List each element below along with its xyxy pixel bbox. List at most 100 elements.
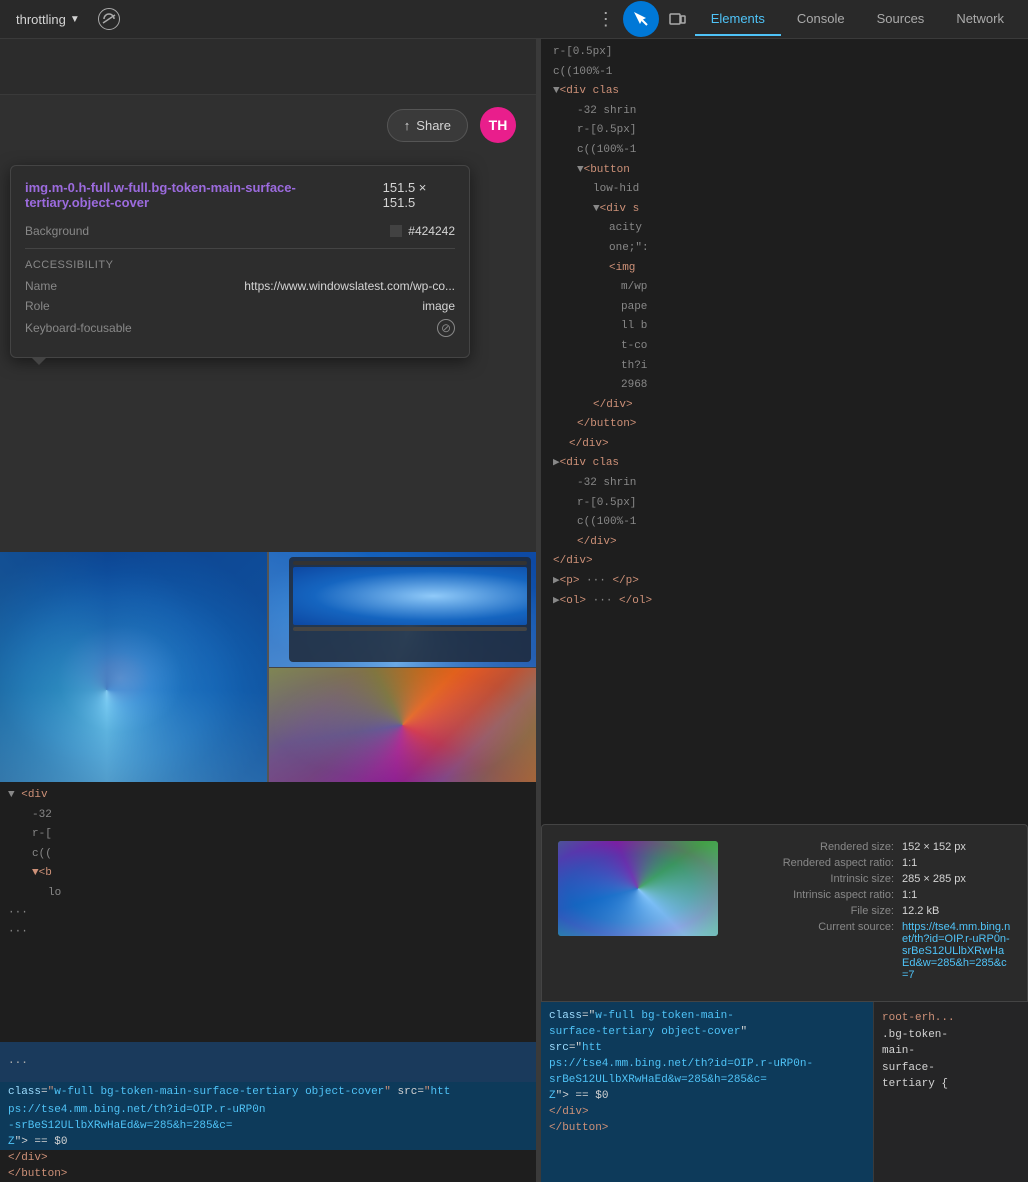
- top-toolbar: throttling ▼ ⋮ Elements Console Sources …: [0, 0, 1028, 39]
- rline-10: acity: [541, 219, 1028, 239]
- intrinsic-size-label: Intrinsic size:: [734, 873, 894, 885]
- code-line-8: ···: [0, 923, 536, 943]
- selected-line-7: </div>: [549, 1106, 865, 1118]
- selected-line-1: class="w-full bg-token-main-: [549, 1010, 865, 1022]
- rline-6: c((100%-1: [541, 141, 1028, 161]
- tab-network[interactable]: Network: [940, 3, 1020, 36]
- webpage-header: ↑ Share TH: [0, 95, 536, 155]
- attr-class-val-2: surface-tertiary object-cover: [549, 1026, 740, 1038]
- rline-20: </button>: [541, 415, 1028, 435]
- acc-keyboard-value: ⊘: [437, 319, 455, 337]
- dark-blue-text: ···: [8, 1056, 28, 1069]
- rline-21: </div>: [541, 435, 1028, 455]
- file-size-value: 12.2 kB: [894, 905, 1011, 917]
- code-line-1: ▼ <div: [0, 786, 536, 806]
- right-mini-panel: root-erh... .bg-token- main- surface- te…: [873, 1002, 1028, 1182]
- selected-line-4: ps://tse4.mm.bing.net/th?id=OIP.r-uRP0n-: [549, 1058, 865, 1070]
- intrinsic-aspect-row: Intrinsic aspect ratio: 1:1: [734, 889, 1011, 901]
- code-line-3: r-[: [0, 825, 536, 845]
- background-value: #424242: [390, 224, 455, 238]
- chevron-down-icon: ▼: [70, 14, 80, 25]
- mini-line-4: surface-: [882, 1060, 1020, 1077]
- thumb-1: [0, 552, 267, 782]
- mini-line-1: root-erh...: [882, 1010, 1020, 1027]
- rline-1: r-[0.5px]: [541, 43, 1028, 63]
- rline-4: -32 shrin: [541, 102, 1028, 122]
- rline-26: </div>: [541, 533, 1028, 553]
- selected-line-6: Z"> == $0: [549, 1090, 865, 1102]
- acc-name-value: https://www.windowslatest.com/wp-co...: [244, 279, 455, 293]
- acc-name-label: Name: [25, 279, 57, 293]
- tab-console[interactable]: Console: [781, 3, 861, 36]
- mini-line-3: main-: [882, 1043, 1020, 1060]
- rline-19: </div>: [541, 396, 1028, 416]
- url-3: Z: [549, 1090, 556, 1102]
- attr-src: src: [549, 1042, 569, 1054]
- code-line-4: c((: [0, 845, 536, 865]
- current-source-value: https://tse4.mm.bing.net/th?id=OIP.r-uRP…: [894, 921, 1011, 981]
- avatar: TH: [480, 107, 516, 143]
- dark-blue-area: ···: [0, 1042, 536, 1082]
- accessibility-title: ACCESSIBILITY: [25, 259, 455, 271]
- devtools-tabs: Elements Console Sources Network: [695, 3, 1020, 36]
- share-button[interactable]: ↑ Share: [387, 109, 468, 142]
- intrinsic-aspect-label: Intrinsic aspect ratio:: [734, 889, 894, 901]
- webpage-area: ↑ Share TH img.m-0.h-full.w-full.bg-toke…: [0, 95, 536, 782]
- rline-11: one;":: [541, 239, 1028, 259]
- code-tag-button: </button>: [8, 1168, 67, 1180]
- code-attr-class-val: "w-full bg-token-main-surface-tertiary o…: [48, 1086, 391, 1098]
- code-url-part: ps://tse4.mm.bing.net/th?id=OIP.r-uRP0n: [8, 1104, 265, 1116]
- more-options-button[interactable]: ⋮: [589, 9, 623, 30]
- thumb-rainbow: [269, 668, 536, 783]
- tab-sources[interactable]: Sources: [861, 3, 941, 36]
- current-source-row: Current source: https://tse4.mm.bing.net…: [734, 921, 1011, 981]
- left-bottom-code: ▼ <div -32 r-[ c(( ▼<b lo ··· ···: [0, 782, 536, 1042]
- current-source-label: Current source:: [734, 921, 894, 981]
- intrinsic-aspect-value: 1:1: [894, 889, 1011, 901]
- acc-role-label: Role: [25, 299, 50, 313]
- highlighted-code-block: class="w-full bg-token-main-surface-tert…: [0, 1082, 536, 1102]
- rendered-size-label: Rendered size:: [734, 841, 894, 853]
- no-throttling-icon[interactable]: [98, 8, 120, 30]
- mini-line-2: .bg-token-: [882, 1027, 1020, 1044]
- rline-16: t-co: [541, 337, 1028, 357]
- tab-elements[interactable]: Elements: [695, 3, 781, 36]
- intrinsic-size-row: Intrinsic size: 285 × 285 px: [734, 873, 1011, 885]
- color-swatch: [390, 225, 402, 237]
- rendered-size-row: Rendered size: 152 × 152 px: [734, 841, 1011, 853]
- devtools-content: r-[0.5px] c((100%-1 ▼<div clas -32 shrin…: [541, 39, 1028, 1002]
- code-line-5: ▼<b: [0, 864, 536, 884]
- selected-code-block: class="w-full bg-token-main- surface-ter…: [541, 1002, 873, 1182]
- rline-28: ▶<p> ··· </p>: [541, 572, 1028, 592]
- code-closing-div: </div>: [0, 1150, 536, 1166]
- rline-14: pape: [541, 298, 1028, 318]
- background-label: Background: [25, 224, 89, 238]
- thumb-right: [267, 552, 536, 782]
- url-2: srBeS12ULlbXRwHaEd&w=285&h=285&c=: [549, 1074, 767, 1086]
- url-1: ps://tse4.mm.bing.net/th?id=OIP.r-uRP0n-: [549, 1058, 813, 1070]
- rendered-aspect-row: Rendered aspect ratio: 1:1: [734, 857, 1011, 869]
- code-src-line-2: -srBeS12ULlbXRwHaEd&w=285&h=285&c=: [0, 1118, 536, 1134]
- acc-name-row: Name https://www.windowslatest.com/wp-co…: [25, 279, 455, 293]
- code-tag-div: </div>: [8, 1152, 48, 1164]
- share-icon: ↑: [404, 118, 411, 133]
- rendered-aspect-value: 1:1: [894, 857, 1011, 869]
- device-toolbar-icon[interactable]: [659, 1, 695, 37]
- acc-keyboard-row: Keyboard-focusable ⊘: [25, 319, 455, 337]
- throttling-button[interactable]: throttling ▼: [8, 8, 88, 31]
- acc-keyboard-label: Keyboard-focusable: [25, 321, 132, 335]
- left-panel: ↑ Share TH img.m-0.h-full.w-full.bg-toke…: [0, 39, 537, 1182]
- selected-line-5: srBeS12ULlbXRwHaEd&w=285&h=285&c=: [549, 1074, 865, 1086]
- attr-class: class: [549, 1010, 582, 1022]
- code-src-line: ps://tse4.mm.bing.net/th?id=OIP.r-uRP0n: [0, 1102, 536, 1118]
- inspect-element-icon[interactable]: [623, 1, 659, 37]
- rline-22: ▶<div clas: [541, 454, 1028, 474]
- rline-7: ▼<button: [541, 161, 1028, 181]
- code-attr-class: class: [8, 1086, 41, 1098]
- rline-25: c((100%-1: [541, 513, 1028, 533]
- divider: [25, 248, 455, 249]
- image-thumbnails: [0, 552, 536, 782]
- rline-15: ll b: [541, 317, 1028, 337]
- code-closing: "> == $0: [15, 1136, 68, 1148]
- rline-17: th?i: [541, 357, 1028, 377]
